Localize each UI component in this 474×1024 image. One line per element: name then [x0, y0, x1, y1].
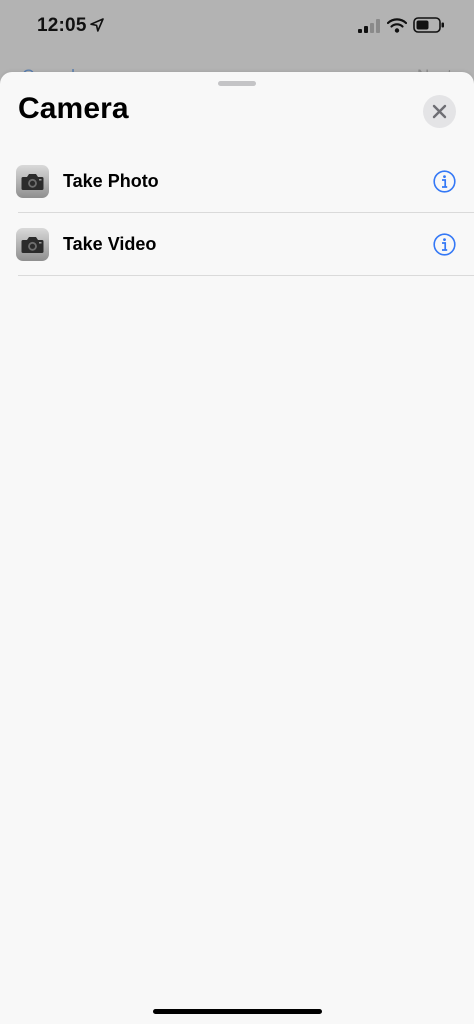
- info-icon[interactable]: [433, 170, 456, 193]
- close-button[interactable]: [423, 95, 456, 128]
- wifi-icon: [387, 18, 407, 33]
- battery-icon: [413, 17, 444, 33]
- action-label: Take Photo: [63, 171, 159, 191]
- location-arrow-icon: [90, 18, 104, 32]
- action-row-take-photo[interactable]: Take Photo: [0, 150, 474, 213]
- camera-icon: [21, 174, 44, 190]
- sheet-grabber[interactable]: [218, 81, 256, 86]
- close-icon: [432, 104, 447, 119]
- camera-app-icon: [16, 165, 49, 198]
- camera-sheet: Camera Take Photo Take Video: [0, 72, 474, 1024]
- status-time: 12:05: [37, 15, 87, 36]
- status-bar: 12:05: [0, 0, 474, 60]
- sheet-title: Camera: [18, 92, 129, 125]
- row-divider: [18, 275, 474, 276]
- home-indicator[interactable]: [153, 1009, 322, 1014]
- action-label: Take Video: [63, 234, 157, 254]
- action-row-take-video[interactable]: Take Video: [0, 213, 474, 276]
- camera-icon: [21, 237, 44, 253]
- info-icon[interactable]: [433, 233, 456, 256]
- cellular-signal-icon: [358, 19, 380, 33]
- camera-app-icon: [16, 228, 49, 261]
